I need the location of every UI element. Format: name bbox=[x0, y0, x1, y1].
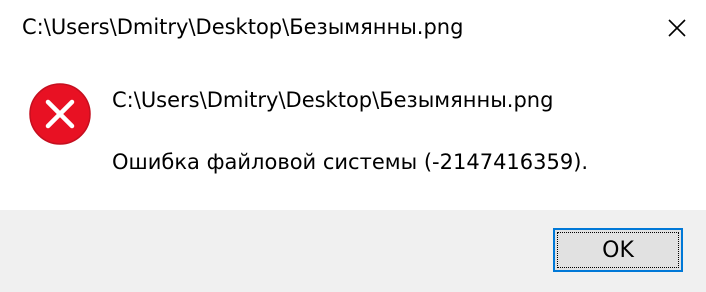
error-message-text: Ошибка файловой системы (-2147416359). bbox=[112, 150, 589, 174]
error-dialog: C:\Users\Dmitry\Desktop\Безымянны.png C:… bbox=[0, 0, 706, 292]
ok-button[interactable]: OK bbox=[553, 228, 683, 272]
window-title: C:\Users\Dmitry\Desktop\Безымянны.png bbox=[22, 15, 464, 39]
close-icon bbox=[668, 19, 686, 37]
error-icon bbox=[29, 83, 91, 145]
dialog-content: C:\Users\Dmitry\Desktop\Безымянны.png Ош… bbox=[0, 58, 706, 210]
title-bar: C:\Users\Dmitry\Desktop\Безымянны.png bbox=[0, 0, 706, 58]
close-button[interactable] bbox=[648, 0, 706, 56]
file-path-text: C:\Users\Dmitry\Desktop\Безымянны.png bbox=[112, 88, 554, 112]
button-bar: OK bbox=[0, 210, 706, 292]
